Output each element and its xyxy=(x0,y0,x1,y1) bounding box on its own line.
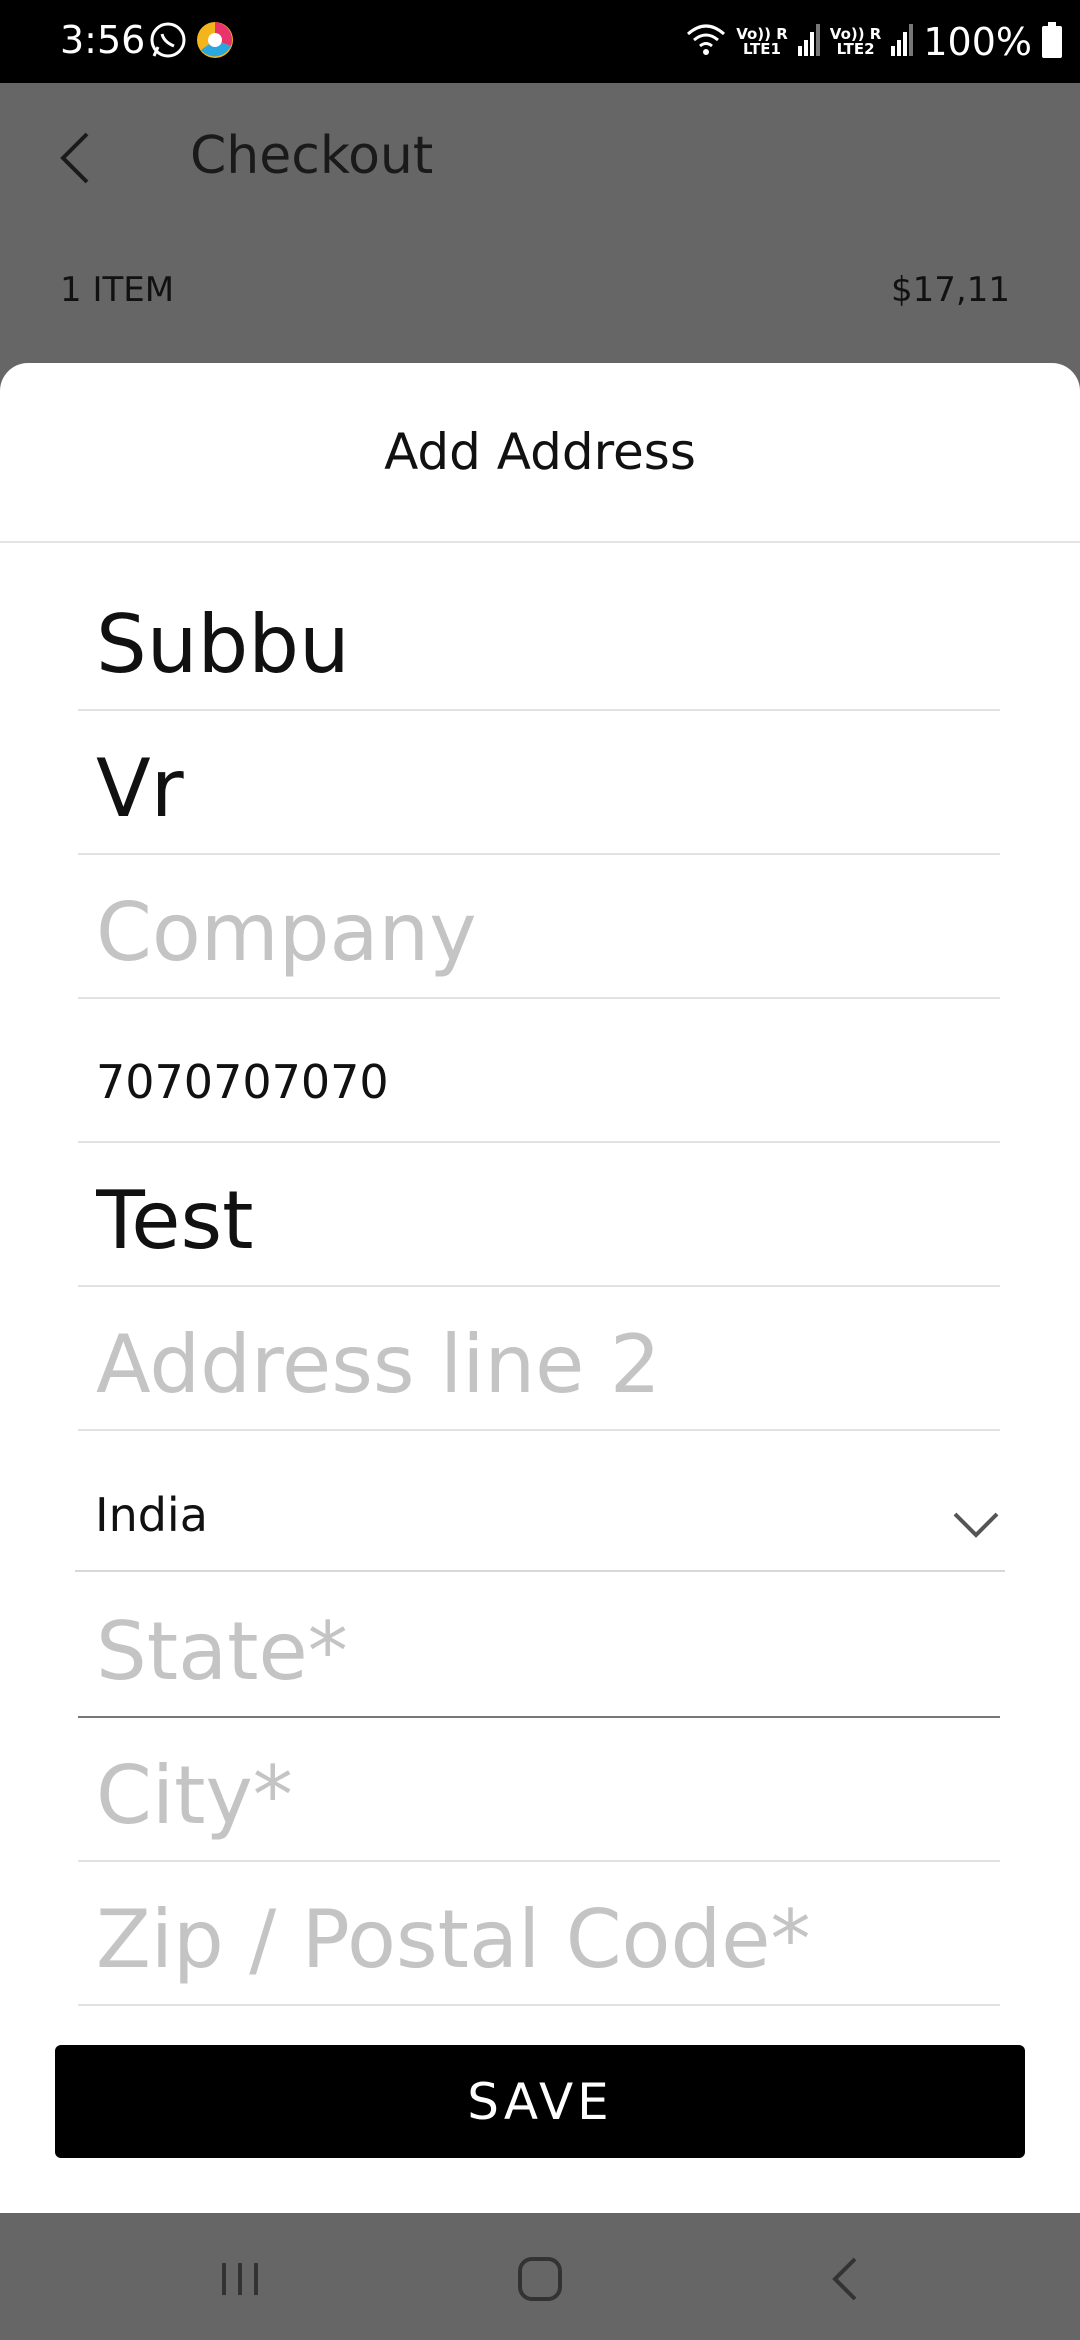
city-input[interactable] xyxy=(96,1740,976,1850)
address-line-1-field xyxy=(78,1141,1000,1287)
chrome-like-app-icon xyxy=(195,20,235,60)
city-field xyxy=(78,1716,1000,1862)
signal-icon xyxy=(891,24,914,60)
company-input[interactable] xyxy=(96,877,976,987)
last-name-input[interactable] xyxy=(96,733,976,843)
address-line-1-input[interactable] xyxy=(96,1165,976,1275)
first-name-field xyxy=(78,565,1000,711)
recent-apps-icon[interactable] xyxy=(210,2249,270,2309)
chevron-down-icon xyxy=(951,1510,1001,1540)
country-value: India xyxy=(95,1488,208,1542)
order-total: $17,11 xyxy=(891,270,1010,310)
battery-percent: 100% xyxy=(923,20,1032,64)
address-line-2-field xyxy=(78,1285,1000,1431)
divider xyxy=(0,541,1080,543)
save-button[interactable]: SAVE xyxy=(55,2045,1025,2158)
lte1-label: Vo)) R LTE1 xyxy=(736,25,788,58)
signal-icon xyxy=(797,24,820,60)
page-title: Checkout xyxy=(190,126,434,186)
status-bar: 3:56 Vo)) R LTE1 Vo)) R LTE2 100% xyxy=(0,0,1080,83)
address-line-2-input[interactable] xyxy=(96,1309,976,1419)
status-right-group: Vo)) R LTE1 Vo)) R LTE2 100% xyxy=(686,12,1062,72)
lte2-label: Vo)) R LTE2 xyxy=(829,25,882,58)
state-input[interactable] xyxy=(96,1596,976,1706)
home-icon[interactable] xyxy=(510,2249,570,2309)
first-name-input[interactable] xyxy=(96,589,976,699)
screen: 3:56 Vo)) R LTE1 Vo)) R LTE2 100% Checko… xyxy=(0,0,1080,2340)
phone-field xyxy=(78,997,1000,1143)
zip-field xyxy=(78,1860,1000,2006)
country-select[interactable]: India xyxy=(75,1430,1005,1572)
zip-input[interactable] xyxy=(96,1884,976,1994)
sheet-title: Add Address xyxy=(384,423,696,481)
item-count: 1 ITEM xyxy=(60,270,175,310)
back-nav-icon[interactable] xyxy=(815,2249,875,2309)
last-name-field xyxy=(78,709,1000,855)
phone-input[interactable] xyxy=(96,1047,976,1117)
battery-icon xyxy=(1042,22,1062,62)
back-arrow-icon[interactable] xyxy=(55,128,95,188)
whatsapp-icon xyxy=(148,20,188,60)
status-time: 3:56 xyxy=(60,18,146,62)
company-field xyxy=(78,853,1000,999)
wifi-icon xyxy=(686,22,726,62)
state-field xyxy=(78,1572,1000,1718)
checkout-header xyxy=(0,83,1080,231)
system-nav-bar xyxy=(0,2213,1080,2340)
